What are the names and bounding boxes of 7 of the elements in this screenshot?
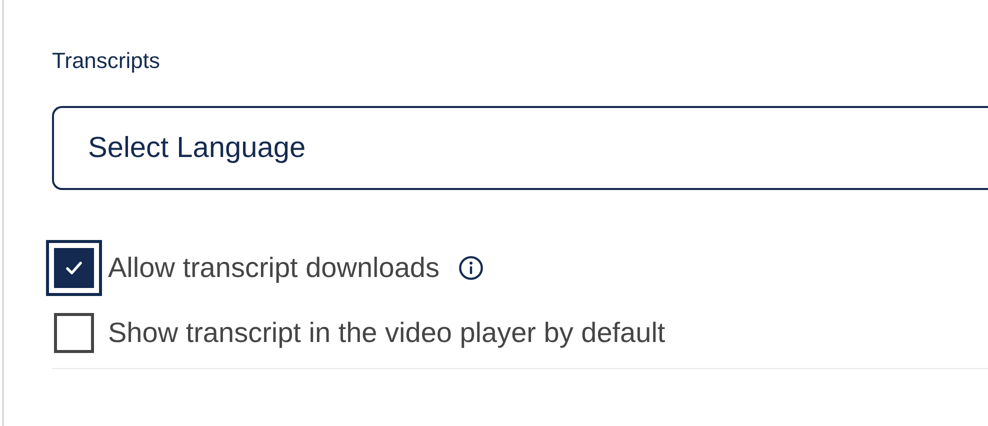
checkbox[interactable] bbox=[54, 313, 94, 353]
checkbox[interactable] bbox=[54, 248, 94, 288]
info-icon[interactable] bbox=[458, 255, 484, 281]
section-title: Transcripts bbox=[52, 47, 161, 75]
checkbox-label[interactable]: Show transcript in the video player by default bbox=[108, 317, 666, 349]
language-select[interactable]: Select Language bbox=[52, 106, 988, 190]
checkbox-label[interactable]: Allow transcript downloads bbox=[108, 252, 440, 284]
